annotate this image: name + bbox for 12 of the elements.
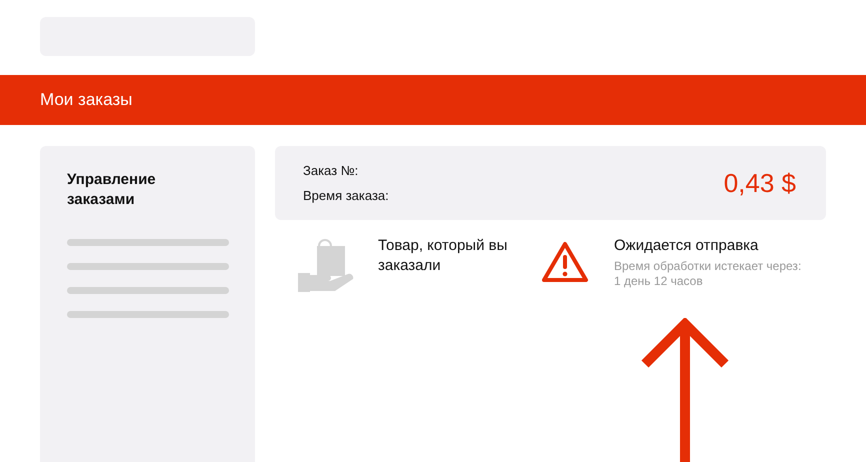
hand-with-bag-icon: [298, 238, 356, 294]
warning-icon: [540, 240, 590, 285]
page-title: Мои заказы: [40, 89, 132, 112]
order-price: 0,43 $: [724, 166, 796, 200]
product-text: Товар, который вы заказали: [378, 236, 508, 276]
order-number-label: Заказ №:: [303, 162, 360, 180]
up-arrow-icon: [639, 318, 731, 462]
status-title: Ожидается отправка: [614, 236, 760, 256]
sidebar-title: Управление заказами: [67, 170, 157, 210]
status-note: Время обработки истекает через:: [614, 259, 802, 274]
remaining-time: 1 день 12 часов: [614, 274, 704, 289]
order-time-label: Время заказа:: [303, 187, 389, 205]
